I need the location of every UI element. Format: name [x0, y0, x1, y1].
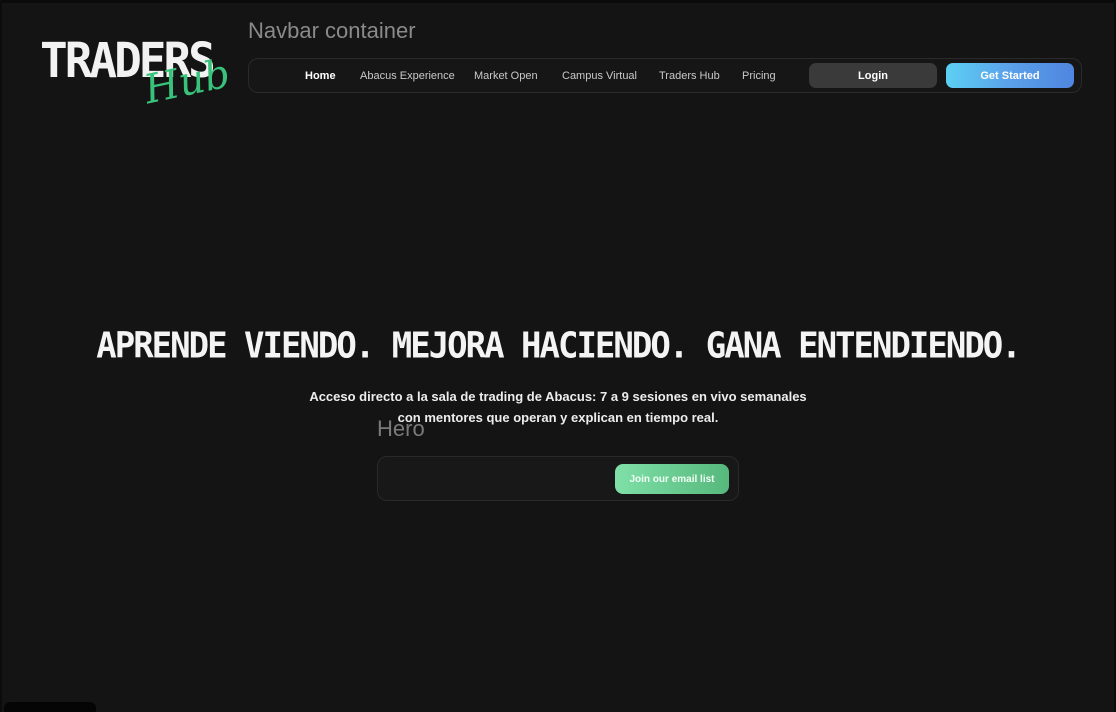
traders-hub-logo[interactable]: TRADERS Hub — [40, 36, 234, 116]
nav-item-pricing[interactable]: Pricing — [742, 70, 776, 82]
navbar: Home Abacus Experience Market Open Campu… — [248, 58, 1082, 93]
nav-item-abacus-experience[interactable]: Abacus Experience — [360, 70, 455, 82]
login-button[interactable]: Login — [809, 63, 937, 88]
bottom-bar — [4, 702, 96, 712]
get-started-button[interactable]: Get Started — [946, 63, 1074, 88]
nav-item-home[interactable]: Home — [305, 70, 336, 82]
email-signup-form: Join our email list — [377, 456, 739, 501]
nav-item-market-open[interactable]: Market Open — [474, 70, 538, 82]
nav-item-traders-hub[interactable]: Traders Hub — [659, 70, 720, 82]
hero-label: Hero — [377, 416, 425, 441]
navbar-container-label: Navbar container — [248, 18, 416, 43]
join-email-list-button[interactable]: Join our email list — [615, 464, 729, 494]
email-input[interactable] — [390, 467, 614, 493]
nav-item-campus-virtual[interactable]: Campus Virtual — [562, 70, 637, 82]
hero-headline: APRENDE VIENDO. MEJORA HACIENDO. GANA EN… — [96, 325, 1022, 367]
window-top-edge — [0, 0, 1116, 3]
